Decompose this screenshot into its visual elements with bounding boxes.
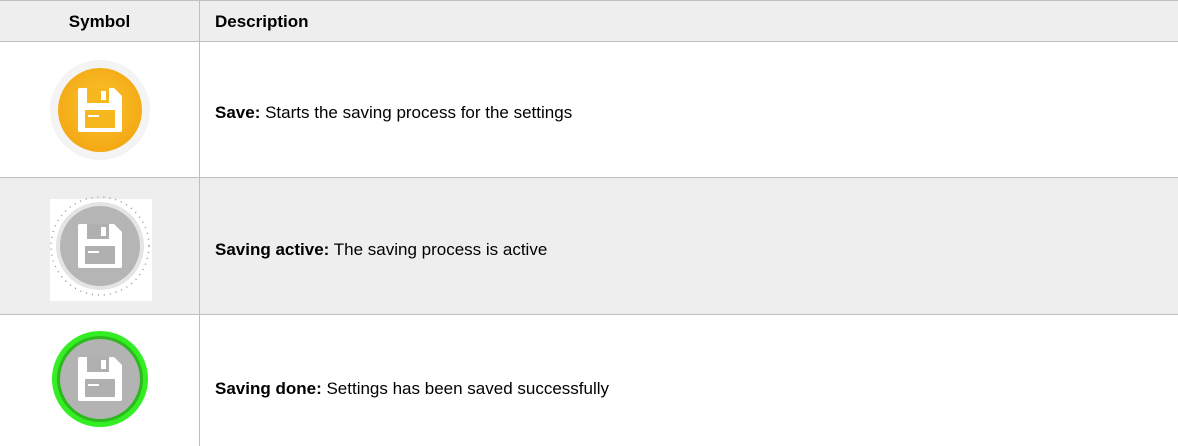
- column-divider: [199, 0, 200, 446]
- table-row: Saving active: The saving process is act…: [0, 178, 1178, 315]
- table-header: Symbol Description: [0, 0, 1178, 42]
- row-description: Saving active: The saving process is act…: [215, 240, 547, 260]
- header-symbol: Symbol: [68, 12, 131, 31]
- row-text: Starts the saving process for the settin…: [260, 103, 573, 122]
- row-description: Save: Starts the saving process for the …: [215, 103, 572, 123]
- saving-done-icon: [48, 327, 152, 431]
- header-description: Description: [215, 12, 309, 31]
- row-term: Saving done:: [215, 379, 322, 398]
- row-term: Saving active:: [215, 240, 330, 259]
- row-description: Saving done: Settings has been saved suc…: [215, 379, 609, 399]
- row-text: The saving process is active: [329, 240, 548, 259]
- table-row: Save: Starts the saving process for the …: [0, 42, 1178, 178]
- saving-active-icon: [48, 194, 152, 298]
- symbol-description-table: Symbol Description Save: Starts the savi…: [0, 0, 1178, 446]
- table-row: Saving done: Settings has been saved suc…: [0, 315, 1178, 446]
- row-term: Save:: [215, 103, 261, 122]
- row-text: Settings has been saved successfully: [321, 379, 610, 398]
- save-icon: [48, 58, 152, 162]
